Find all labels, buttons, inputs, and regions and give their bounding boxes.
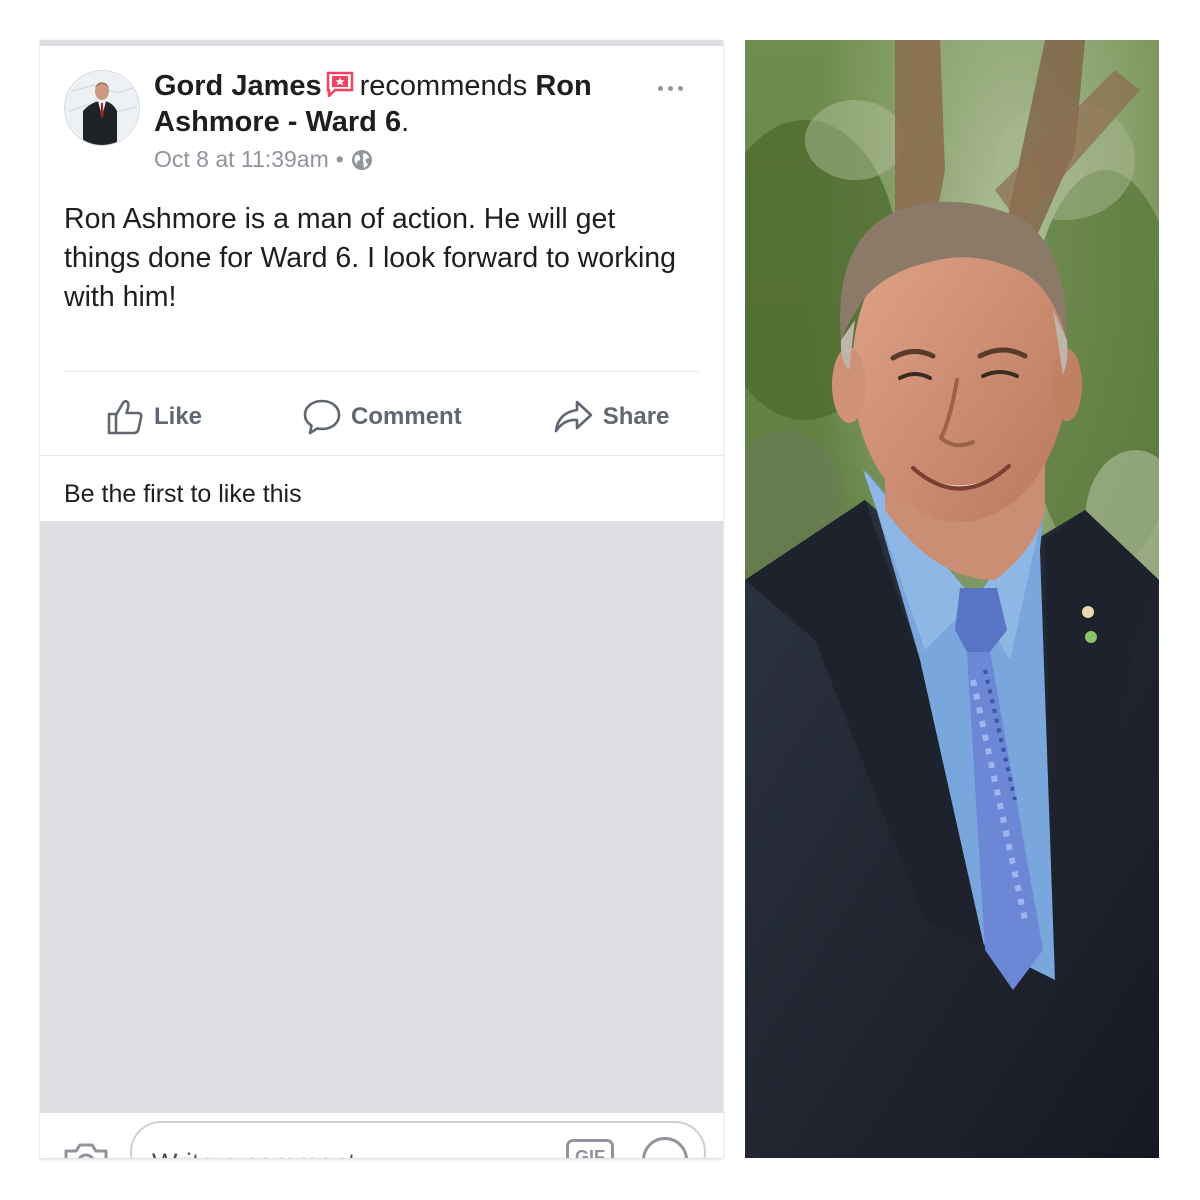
- post-timestamp[interactable]: Oct 8 at 11:39am: [154, 146, 329, 173]
- comment-composer: GIF: [40, 1113, 723, 1158]
- gif-button[interactable]: GIF: [566, 1139, 614, 1158]
- author-avatar[interactable]: [64, 70, 140, 146]
- page-name-rest[interactable]: Ashmore - Ward 6: [154, 106, 401, 138]
- divider: [64, 371, 699, 372]
- thumbs-up-icon: [107, 399, 143, 435]
- comments-area: [40, 521, 723, 1113]
- recommends-text: recommends: [359, 70, 528, 102]
- divider: [40, 455, 723, 456]
- share-arrow-icon: [554, 400, 593, 433]
- recommendation-star-icon: [326, 72, 353, 98]
- post-actions: Like Comment Share: [40, 380, 723, 454]
- portrait-photo: [745, 40, 1159, 1158]
- comment-input[interactable]: [130, 1121, 706, 1158]
- post-card: Gord James recommends Ron Ashmore - Ward …: [40, 40, 723, 1158]
- comment-bubble-icon: [303, 399, 341, 435]
- share-label: Share: [602, 403, 670, 430]
- card-top-border: [40, 40, 723, 46]
- likes-summary: Be the first to like this: [64, 480, 302, 508]
- page-name-first[interactable]: Ron: [535, 70, 591, 102]
- like-label: Like: [154, 403, 203, 430]
- more-options-icon[interactable]: [652, 78, 688, 98]
- comment-label: Comment: [351, 403, 462, 430]
- camera-icon[interactable]: [62, 1139, 110, 1158]
- author-name[interactable]: Gord James: [154, 70, 322, 102]
- share-button[interactable]: Share: [553, 398, 670, 436]
- post-body: Ron Ashmore is a man of action. He will …: [64, 203, 676, 313]
- post-header: Gord James recommends Ron Ashmore - Ward …: [154, 68, 634, 140]
- header-period: .: [401, 106, 410, 138]
- post-meta: Oct 8 at 11:39am •: [154, 146, 373, 173]
- globe-icon: [351, 149, 372, 170]
- like-button[interactable]: Like: [106, 398, 202, 436]
- meta-separator: •: [335, 146, 344, 172]
- comment-button[interactable]: Comment: [303, 398, 462, 436]
